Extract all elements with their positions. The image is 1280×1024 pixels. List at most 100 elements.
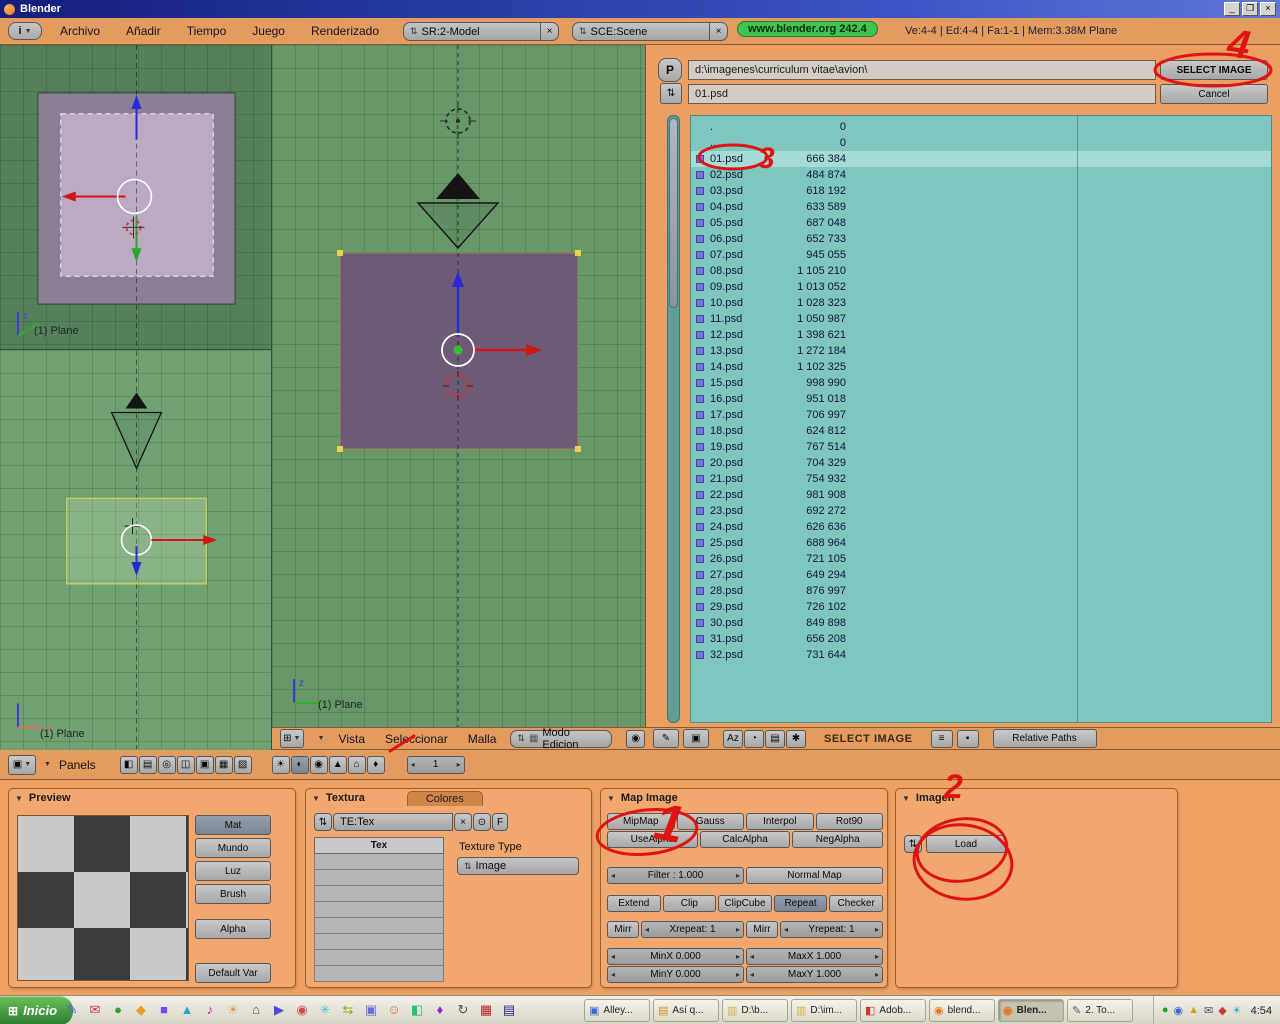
scene-selector[interactable]: ⇅ SCE:Scene — [572, 22, 710, 41]
file-row[interactable]: 30.psd 849 898 — [691, 615, 1271, 631]
sort-button[interactable]: ▤ — [765, 730, 785, 748]
panel-imagen-header[interactable]: ▼ Imagen — [896, 789, 1177, 807]
increment-arrow-icon[interactable]: ▸ — [736, 871, 740, 880]
editor-type-button[interactable]: ▣ ▼ — [8, 755, 36, 775]
file-row[interactable]: 08.psd 1 105 210 — [691, 263, 1271, 279]
taskbar-window-button[interactable]: ◉ blend... — [929, 999, 995, 1022]
toggle-button[interactable]: Rot90 — [816, 813, 884, 830]
menu-item[interactable]: Añadir — [126, 24, 161, 38]
panel-map-image-header[interactable]: ▼ Map Image — [601, 789, 887, 807]
extend-mode-button[interactable]: ClipCube — [718, 895, 772, 912]
preview-target-button[interactable]: Luz — [195, 861, 271, 881]
filter-field[interactable]: ◂ Filter : 1.000 ▸ — [607, 867, 744, 884]
file-row[interactable]: 11.psd 1 050 987 — [691, 311, 1271, 327]
relative-paths-button[interactable]: Relative Paths — [993, 729, 1097, 748]
mirror-x-button[interactable]: Mirr — [607, 921, 639, 938]
yrepeat-field[interactable]: ◂ Yrepeat: 1 ▸ — [780, 921, 883, 938]
viewport-center[interactable]: z x — [272, 45, 645, 727]
extend-mode-button[interactable]: Checker — [829, 895, 883, 912]
quicklaunch-icon[interactable]: ■ — [156, 1001, 172, 1019]
texture-browse-button[interactable]: ⇅ — [314, 813, 332, 831]
texture-slot[interactable] — [314, 918, 444, 934]
collapse-triangle-icon[interactable]: ▼ — [607, 794, 615, 803]
quicklaunch-icon[interactable]: ▶ — [271, 1001, 287, 1019]
file-row[interactable]: . 0 — [691, 119, 1271, 135]
file-list-scrollbar[interactable] — [667, 115, 680, 723]
file-row[interactable]: 19.psd 767 514 — [691, 439, 1271, 455]
miny-field[interactable]: ◂ MinY 0.000 ▸ — [607, 966, 744, 983]
toggle-button[interactable]: NegAlpha — [792, 831, 883, 848]
context-icon-button[interactable]: ▲ — [329, 756, 347, 774]
minimize-button[interactable]: _ — [1224, 2, 1240, 16]
edit-path-button[interactable]: ✎ — [653, 729, 679, 748]
preview-target-button[interactable]: Mat — [195, 815, 271, 835]
texture-type-dropdown[interactable]: ⇅ Image — [457, 857, 579, 875]
screen-selector[interactable]: ⇅ SR:2-Model — [403, 22, 541, 41]
close-button[interactable]: × — [1260, 2, 1276, 16]
taskbar-window-button[interactable]: ▣ Alley... — [584, 999, 650, 1022]
taskbar-window-button[interactable]: ◉ Blen... — [998, 999, 1064, 1022]
collapse-triangle-icon[interactable]: ▼ — [312, 794, 320, 803]
file-row[interactable]: .. 0 — [691, 135, 1271, 151]
quicklaunch-icon[interactable]: ● — [110, 1001, 126, 1019]
normal-map-button[interactable]: Normal Map — [746, 867, 883, 884]
load-image-button[interactable]: Load — [926, 835, 1006, 853]
view-icon-button[interactable]: ◧ — [120, 756, 138, 774]
restore-button[interactable]: ❐ — [1242, 2, 1258, 16]
tab-colores[interactable]: Colores — [407, 791, 483, 806]
mirror-y-button[interactable]: Mirr — [746, 921, 778, 938]
tray-icon[interactable]: ◆ — [1218, 1004, 1226, 1017]
alpha-button[interactable]: Alpha — [195, 919, 271, 939]
texture-slot[interactable] — [314, 886, 444, 902]
viewport-menu-item[interactable]: Seleccionar — [385, 732, 448, 746]
texture-slot[interactable] — [314, 934, 444, 950]
auto-name-button[interactable]: ⊙ — [473, 813, 491, 831]
taskbar-window-button[interactable]: ▤ Así q... — [653, 999, 719, 1022]
decrement-arrow-icon[interactable]: ◂ — [784, 925, 788, 934]
maxy-field[interactable]: ◂ MaxY 1.000 ▸ — [746, 966, 883, 983]
toggle-button[interactable]: CalcAlpha — [700, 831, 791, 848]
context-icon-button[interactable]: ◐ — [291, 756, 309, 774]
file-row[interactable]: 21.psd 754 932 — [691, 471, 1271, 487]
fake-user-button[interactable]: F — [492, 813, 508, 831]
parent-directory-button[interactable]: P — [658, 58, 682, 82]
cancel-button[interactable]: Cancel — [1160, 84, 1268, 104]
file-row[interactable]: 10.psd 1 028 323 — [691, 295, 1271, 311]
view-icon-button[interactable]: ▨ — [234, 756, 252, 774]
quicklaunch-icon[interactable]: ▦ — [478, 1001, 494, 1019]
sort-button[interactable]: ◔ — [744, 730, 764, 748]
file-row[interactable]: 15.psd 998 990 — [691, 375, 1271, 391]
view-icon-button[interactable]: ▣ — [196, 756, 214, 774]
file-row[interactable]: 31.psd 656 208 — [691, 631, 1271, 647]
toggle-button[interactable]: Gauss — [677, 813, 745, 830]
context-icon-button[interactable]: ♦ — [367, 756, 385, 774]
decrement-arrow-icon[interactable]: ◂ — [411, 760, 415, 769]
file-list[interactable]: . 0 .. 0 01.psd 666 384 02.psd 484 874 0 — [690, 115, 1272, 723]
xrepeat-field[interactable]: ◂ Xrepeat: 1 ▸ — [641, 921, 744, 938]
quicklaunch-icon[interactable]: ⌂ — [248, 1001, 264, 1019]
increment-arrow-icon[interactable]: ▸ — [736, 952, 740, 961]
menu-item[interactable]: Renderizado — [311, 24, 379, 38]
file-row[interactable]: 17.psd 706 997 — [691, 407, 1271, 423]
file-row[interactable]: 13.psd 1 272 184 — [691, 343, 1271, 359]
viewport-top-left[interactable]: z — [0, 45, 272, 350]
file-row[interactable]: 05.psd 687 048 — [691, 215, 1271, 231]
viewport-menu-item[interactable]: Malla — [468, 732, 497, 746]
collapse-triangle-icon[interactable]: ▼ — [902, 794, 910, 803]
sort-button[interactable]: Az — [723, 730, 743, 748]
file-row[interactable]: 02.psd 484 874 — [691, 167, 1271, 183]
tray-icon[interactable]: ✉ — [1204, 1004, 1213, 1017]
quicklaunch-icon[interactable]: ♦ — [432, 1001, 448, 1019]
scrollbar-thumb[interactable] — [669, 118, 678, 308]
increment-arrow-icon[interactable]: ▸ — [875, 970, 879, 979]
increment-arrow-icon[interactable]: ▸ — [736, 970, 740, 979]
menu-collapse-icon[interactable]: ▼ — [318, 735, 325, 742]
decrement-arrow-icon[interactable]: ◂ — [750, 952, 754, 961]
file-row[interactable]: 07.psd 945 055 — [691, 247, 1271, 263]
delete-screen-button[interactable]: × — [541, 22, 559, 41]
file-row[interactable]: 29.psd 726 102 — [691, 599, 1271, 615]
camera-object[interactable] — [112, 393, 162, 469]
toggle-button[interactable]: UseAlpha — [607, 831, 698, 848]
file-row[interactable]: 18.psd 624 812 — [691, 423, 1271, 439]
increment-arrow-icon[interactable]: ▸ — [875, 925, 879, 934]
